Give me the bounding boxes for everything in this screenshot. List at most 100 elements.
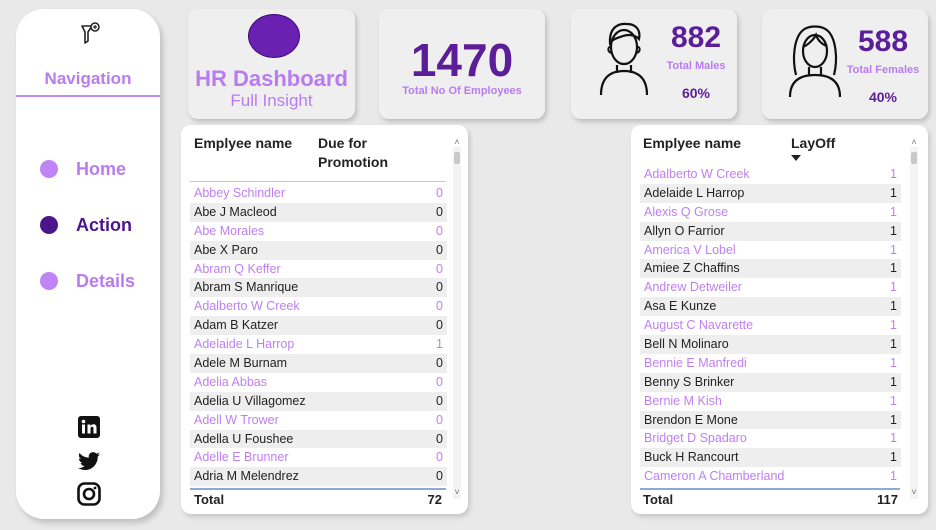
value-cell: 0 [436,223,443,238]
promo-col-employee-header[interactable]: Emplyee name [194,134,292,153]
promo-scroll-thumb[interactable] [454,152,460,164]
table-row[interactable]: Buck H Rancourt 1 [640,448,901,468]
employee-name-cell: Andrew Detweiler [644,280,742,295]
table-row[interactable]: Bell N Molinaro 1 [640,335,901,354]
employee-name-cell: Adelaide L Harrop [194,337,295,352]
layoff-col-employee-header[interactable]: Emplyee name [643,134,741,153]
employee-name-cell: Cameron A Chamberland [644,469,785,484]
table-row[interactable]: Amiee Z Chaffins 1 [640,259,901,279]
nav-item-details[interactable]: Details [40,270,158,292]
employee-name-cell: Adella U Foushee [194,431,294,446]
employee-name-cell: Adam B Katzer [194,318,279,333]
females-percent: 40% [868,89,898,105]
value-cell: 1 [890,261,897,276]
total-males-value: 882 [670,21,722,54]
nav-item-home[interactable]: Home [40,158,158,180]
employee-name-cell: Buck H Rancourt [644,450,739,465]
table-row[interactable]: Adelia U Villagomez 0 [190,391,447,411]
promo-scroll-down-icon[interactable]: ˅ [453,487,461,497]
employee-name-cell: Amiee Z Chaffins [644,261,740,276]
value-cell: 0 [436,186,443,200]
table-row[interactable]: Benny S Brinker 1 [640,372,901,392]
employee-name-cell: Adalberto W Creek [644,167,750,181]
employee-name-cell: Bell N Molinaro [644,337,729,352]
instagram-icon[interactable] [77,482,101,506]
employee-name-cell: Alexis Q Grose [644,204,729,219]
employee-name-cell: Abram S Manrique [194,280,299,295]
logo-circle [248,14,300,58]
table-row[interactable]: Abram S Manrique 0 [190,278,447,298]
layoff-scroll-thumb[interactable] [911,152,917,164]
value-cell: 0 [436,431,443,446]
table-row[interactable]: America V Lobel 1 [640,240,901,260]
linkedin-icon[interactable] [77,415,101,439]
employee-name-cell: Adele M Burnam [194,356,288,371]
dashboard-subtitle: Full Insight [230,91,313,110]
table-row[interactable]: Adelia Abbas 0 [190,372,447,392]
table-row[interactable]: Adalberto W Creek 0 [190,297,447,317]
layoff-col-layoff-header[interactable]: LayOff [791,134,835,153]
table-row[interactable]: Abe J Macleod 0 [190,202,447,222]
table-row[interactable]: Abbey Schindler 0 [190,184,447,203]
table-row[interactable]: Abe X Paro 0 [190,240,447,260]
table-row[interactable]: Abram Q Keffer 0 [190,259,447,279]
layoff-table: Emplyee name LayOff Adalberto W Creek 1 Ad… [631,125,928,514]
table-row[interactable]: Adelaide L Harrop 1 [640,183,901,203]
table-row[interactable]: Bernie M Kish 1 [640,391,901,411]
promo-scroll-up-icon[interactable]: ˄ [453,137,461,147]
value-cell: 0 [436,261,443,276]
value-cell: 0 [436,374,443,389]
value-cell: 1 [890,280,897,295]
table-row[interactable]: Adelle E Brunner 0 [190,448,447,468]
navigation-title: Navigation [44,69,132,88]
promo-col-promotion-header[interactable]: Due for Promotion [318,134,408,172]
promo-rows: Abbey Schindler 0 Abe J Macleod 0 Abe Morale… [190,184,447,487]
pin-icon[interactable] [78,21,102,47]
twitter-icon[interactable] [77,449,101,473]
table-row[interactable]: Allyn O Farrior 1 [640,221,901,241]
total-females-card: 588 Total Females 40% [762,9,928,119]
nav-item-action[interactable]: Action [40,214,158,236]
table-row[interactable]: Adam B Katzer 0 [190,316,447,336]
table-row[interactable]: Adria M Melendrez 0 [190,467,447,487]
value-cell: 0 [436,356,443,371]
table-row[interactable]: Asa E Kunze 1 [640,297,901,317]
table-row[interactable]: August C Navarette 1 [640,316,901,336]
table-row[interactable]: Adelaide L Harrop 1 [190,335,447,355]
promo-total-value: 72 [427,492,442,507]
navigation-panel: Navigation Home Action Details [16,9,160,519]
table-row[interactable]: Bridget D Spadaro 1 [640,429,901,449]
employee-name-cell: Allyn O Farrior [644,223,725,238]
value-cell: 1 [890,299,897,314]
layoff-total-label: Total [643,492,674,507]
total-employees-card: 1470 Total No Of Employees [379,9,545,119]
nav-label-home: Home [76,159,127,179]
value-cell: 0 [436,318,443,333]
table-row[interactable]: Andrew Detweiler 1 [640,278,901,298]
table-row[interactable]: Adella U Foushee 0 [190,429,447,449]
table-row[interactable]: Abe Morales 0 [190,221,447,241]
layoff-scroll-down-icon[interactable]: ˅ [910,487,918,497]
employee-name-cell: Adalberto W Creek [194,299,300,314]
value-cell: 1 [890,374,897,389]
value-cell: 1 [890,167,897,181]
value-cell: 1 [890,223,897,238]
employee-name-cell: Abram Q Keffer [194,261,281,276]
title-card: HR Dashboard Full Insight [188,9,355,119]
value-cell: 0 [436,242,443,257]
table-row[interactable]: Brendon E Mone 1 [640,410,901,430]
promo-scrollbar[interactable] [453,147,461,499]
table-row[interactable]: Bennie E Manfredi 1 [640,353,901,373]
promotion-table: Emplyee name Due for Promotion Abbey Sch… [181,125,468,514]
sort-descending-icon[interactable] [791,155,801,161]
table-row[interactable]: Adele M Burnam 0 [190,354,447,373]
value-cell: 1 [890,337,897,352]
value-cell: 1 [890,355,897,370]
table-row[interactable]: Cameron A Chamberland 1 [640,467,901,487]
value-cell: 1 [890,431,897,446]
table-row[interactable]: Adell W Trower 0 [190,410,447,430]
layoff-scrollbar[interactable] [910,147,918,499]
table-row[interactable]: Alexis Q Grose 1 [640,202,901,222]
layoff-scroll-up-icon[interactable]: ˄ [910,137,918,147]
table-row[interactable]: Adalberto W Creek 1 [640,165,901,184]
